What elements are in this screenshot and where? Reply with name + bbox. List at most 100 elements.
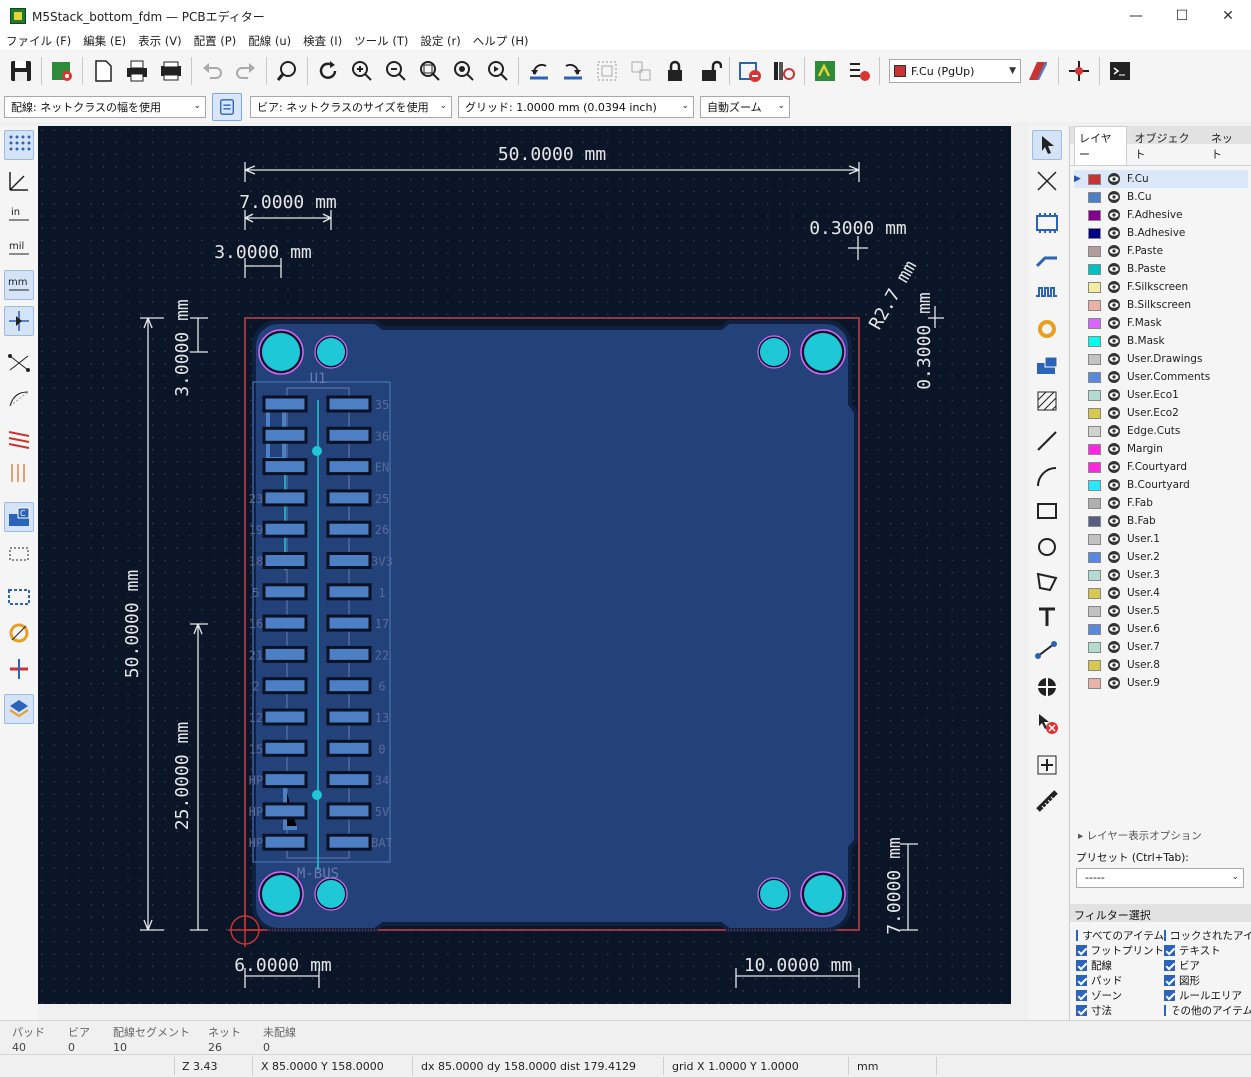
rotate-cw-icon[interactable] (558, 56, 588, 86)
filter-checkbox[interactable]: テキスト (1164, 943, 1251, 958)
layer-row[interactable]: User.8 (1074, 656, 1248, 674)
pad-left[interactable] (262, 645, 308, 663)
pad-left[interactable] (262, 520, 308, 538)
pad-right[interactable] (326, 833, 372, 851)
layer-row[interactable]: B.Courtyard (1074, 476, 1248, 494)
zoom-out-icon[interactable] (381, 56, 411, 86)
pad-right[interactable] (326, 583, 372, 601)
layer-color-swatch[interactable] (1088, 515, 1101, 527)
pad-right[interactable] (326, 771, 372, 789)
filter-checkbox[interactable]: 配線 (1076, 958, 1164, 973)
pad-right[interactable] (326, 739, 372, 757)
delete-tool-icon[interactable] (1032, 708, 1062, 738)
layer-manager-icon[interactable] (4, 694, 34, 724)
high-contrast-icon[interactable] (4, 458, 34, 488)
layer-row[interactable]: B.Silkscreen (1074, 296, 1248, 314)
filter-checkbox[interactable]: パッド (1076, 973, 1164, 988)
auto-track-width-toggle[interactable] (212, 93, 242, 121)
layer-color-swatch[interactable] (1088, 641, 1101, 653)
eye-icon[interactable] (1107, 262, 1121, 276)
layer-row[interactable]: User.7 (1074, 638, 1248, 656)
layer-row[interactable]: F.Courtyard (1074, 458, 1248, 476)
ratsnest-icon[interactable] (4, 348, 34, 378)
draw-circle-icon[interactable] (1032, 532, 1062, 562)
track-display-icon[interactable] (4, 654, 34, 684)
menu-edit[interactable]: 編集 (E) (83, 33, 126, 49)
zoom-in-icon[interactable] (347, 56, 377, 86)
layer-color-swatch[interactable] (1088, 389, 1101, 401)
scripting-icon[interactable] (810, 56, 840, 86)
layer-row[interactable]: User.4 (1074, 584, 1248, 602)
polar-coords-icon[interactable] (4, 166, 34, 196)
zoom-select[interactable]: 自動ズーム ⌄ (700, 96, 790, 118)
layer-color-swatch[interactable] (1088, 191, 1101, 203)
full-crosshair-icon[interactable] (4, 306, 34, 336)
redo-icon[interactable] (231, 56, 261, 86)
checkbox-checked-icon[interactable] (1164, 975, 1175, 986)
layer-row[interactable]: Margin (1074, 440, 1248, 458)
add-text-icon[interactable] (1032, 602, 1062, 632)
menu-place[interactable]: 配置 (P) (194, 33, 237, 49)
drc-icon[interactable] (735, 56, 765, 86)
layer-color-swatch[interactable] (1088, 281, 1101, 293)
pad-right[interactable] (326, 677, 372, 695)
pad-right[interactable] (326, 395, 372, 413)
layer-row[interactable]: F.Adhesive (1074, 206, 1248, 224)
menu-inspect[interactable]: 検査 (I) (303, 33, 342, 49)
outline-mode-icon[interactable] (4, 538, 34, 568)
filter-checkbox[interactable]: ビア (1164, 958, 1251, 973)
pad-right[interactable] (326, 645, 372, 663)
board-setup-icon[interactable] (47, 56, 77, 86)
layer-color-swatch[interactable] (1088, 659, 1101, 671)
pad-right[interactable] (326, 520, 372, 538)
pad-right[interactable] (326, 426, 372, 444)
eye-icon[interactable] (1107, 244, 1121, 258)
filter-checkbox[interactable]: すべてのアイテム (1076, 928, 1164, 943)
add-footprint-icon[interactable] (1032, 208, 1062, 238)
mm-units-icon[interactable]: mm (4, 270, 34, 300)
select-tool-icon[interactable] (1032, 130, 1062, 160)
layer-row[interactable]: B.Cu (1074, 188, 1248, 206)
layer-row[interactable]: User.6 (1074, 620, 1248, 638)
layer-row[interactable]: B.Paste (1074, 260, 1248, 278)
eye-icon[interactable] (1107, 460, 1121, 474)
zoom-objects-icon[interactable] (449, 56, 479, 86)
pad-right[interactable] (326, 458, 372, 476)
add-zone-icon[interactable] (1032, 350, 1062, 380)
eye-icon[interactable] (1107, 190, 1121, 204)
layer-color-swatch[interactable] (1088, 263, 1101, 275)
preset-select[interactable]: ----- ⌄ (1076, 868, 1244, 888)
layer-pair-icon[interactable] (1023, 56, 1053, 86)
eye-icon[interactable] (1107, 586, 1121, 600)
show-zones-icon[interactable] (4, 422, 34, 452)
filter-checkbox[interactable]: フットプリント (1076, 943, 1164, 958)
eye-icon[interactable] (1107, 424, 1121, 438)
unlock-icon[interactable] (694, 56, 724, 86)
draw-polygon-icon[interactable] (1032, 566, 1062, 596)
layer-color-swatch[interactable] (1088, 623, 1101, 635)
pad-display-icon[interactable] (4, 582, 34, 612)
pad-left[interactable] (262, 583, 308, 601)
print-icon[interactable] (122, 56, 152, 86)
layer-color-swatch[interactable] (1088, 335, 1101, 347)
grid-toggle-icon[interactable] (4, 130, 34, 160)
tab-layers[interactable]: レイヤー (1074, 126, 1127, 165)
layer-color-swatch[interactable] (1088, 551, 1101, 563)
layer-row[interactable]: User.Eco2 (1074, 404, 1248, 422)
via-size-select[interactable]: ビア: ネットクラスのサイズを使用 ⌄ (250, 96, 452, 118)
layer-row[interactable]: F.Paste (1074, 242, 1248, 260)
eye-icon[interactable] (1107, 478, 1121, 492)
active-layer-select[interactable]: F.Cu (PgUp) ▼ (889, 59, 1021, 83)
grid-origin-icon[interactable] (1032, 750, 1062, 780)
plot-icon[interactable] (156, 56, 186, 86)
minimize-button[interactable]: — (1113, 0, 1159, 32)
draw-line-icon[interactable] (1032, 426, 1062, 456)
checkbox-checked-icon[interactable] (1076, 960, 1087, 971)
grid-select[interactable]: グリッド: 1.0000 mm (0.0394 inch) ⌄ (458, 96, 694, 118)
layer-color-swatch[interactable] (1088, 425, 1101, 437)
checkbox-checked-icon[interactable] (1164, 1005, 1166, 1016)
menu-view[interactable]: 表示 (V) (138, 33, 182, 49)
layer-color-swatch[interactable] (1088, 299, 1101, 311)
filter-checkbox[interactable]: 寸法 (1076, 1003, 1164, 1018)
pad-right[interactable] (326, 552, 372, 569)
